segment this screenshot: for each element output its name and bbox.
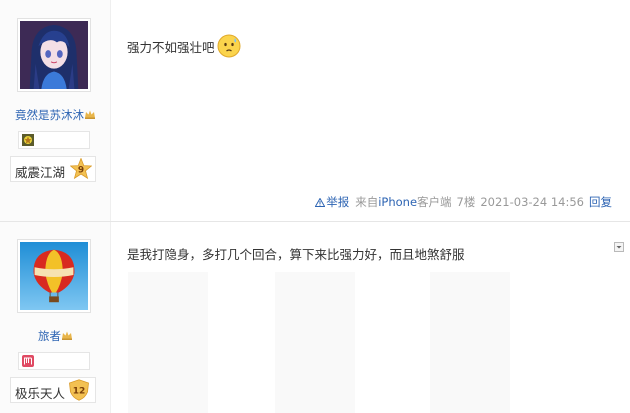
device-link[interactable]: iPhone bbox=[378, 195, 417, 209]
post-text: 强力不如强壮吧 bbox=[127, 40, 215, 55]
level-star-badge-icon: 9 bbox=[70, 158, 92, 180]
source-prefix: 来自 bbox=[355, 195, 379, 209]
post-floor-7: 竟然是苏沐沐 威震江湖 9 强力不如强壮吧 举报 来自iPhone客户端 7楼 … bbox=[0, 0, 630, 221]
level-name: 极乐天人 bbox=[15, 386, 66, 401]
warning-icon bbox=[315, 198, 326, 207]
forum-thread: 竟然是苏沐沐 威震江湖 9 强力不如强壮吧 举报 来自iPhone客户端 7楼 … bbox=[0, 0, 630, 413]
image-placeholder bbox=[430, 272, 510, 413]
image-placeholder bbox=[128, 272, 208, 413]
medal-box bbox=[18, 131, 90, 149]
client-link[interactable]: 客户端 bbox=[417, 195, 452, 209]
sweat-smile-emoji-icon bbox=[217, 34, 241, 58]
post-content: 强力不如强壮吧 bbox=[127, 34, 241, 58]
user-info-panel: 竟然是苏沐沐 威震江湖 9 bbox=[0, 0, 111, 221]
source-text: 来自iPhone客户端 bbox=[355, 195, 451, 209]
level-box: 威震江湖 9 bbox=[10, 156, 96, 182]
avatar[interactable] bbox=[17, 239, 91, 313]
username-link[interactable]: 旅者 bbox=[0, 328, 110, 344]
medal-icon[interactable] bbox=[22, 355, 34, 367]
crown-icon bbox=[62, 331, 72, 340]
medal-icon[interactable] bbox=[22, 134, 34, 146]
post-meta-bar: 举报 来自iPhone客户端 7楼 2021-03-24 14:56 回复 bbox=[315, 194, 612, 210]
level-number: 12 bbox=[73, 387, 86, 397]
post-timestamp: 2021-03-24 14:56 bbox=[480, 195, 584, 209]
level-shield-badge-icon: 12 bbox=[69, 379, 89, 401]
username-text[interactable]: 竟然是苏沐沐 bbox=[15, 108, 84, 122]
post-content: 是我打隐身，多打几个回合，算下来比强力好，而且地煞舒服 bbox=[127, 244, 465, 263]
post-floor-8: 旅者 极乐天人 12 是我打隐身，多打几个回合，算下来比强力好，而且地煞舒服 bbox=[0, 221, 630, 413]
chevron-down-icon bbox=[616, 246, 622, 249]
image-placeholder bbox=[275, 272, 355, 413]
username-link[interactable]: 竟然是苏沐沐 bbox=[0, 107, 110, 123]
post-text: 是我打隐身，多打几个回合，算下来比强力好，而且地煞舒服 bbox=[127, 247, 465, 262]
anime-girl-avatar-icon bbox=[20, 21, 88, 89]
level-box: 极乐天人 12 bbox=[10, 377, 96, 403]
username-text[interactable]: 旅者 bbox=[38, 329, 61, 343]
report-label[interactable]: 举报 bbox=[326, 195, 349, 209]
user-info-panel: 旅者 极乐天人 12 bbox=[0, 222, 111, 413]
level-number: 9 bbox=[78, 166, 84, 176]
avatar[interactable] bbox=[17, 18, 91, 92]
crown-icon bbox=[85, 110, 95, 119]
medal-box bbox=[18, 352, 90, 370]
level-name: 威震江湖 bbox=[15, 165, 66, 180]
hot-air-balloon-avatar-icon bbox=[20, 242, 88, 310]
report-link[interactable]: 举报 bbox=[315, 195, 349, 209]
post-options-dropdown[interactable] bbox=[614, 242, 624, 252]
floor-number: 7楼 bbox=[456, 195, 476, 209]
reply-link[interactable]: 回复 bbox=[589, 195, 612, 209]
